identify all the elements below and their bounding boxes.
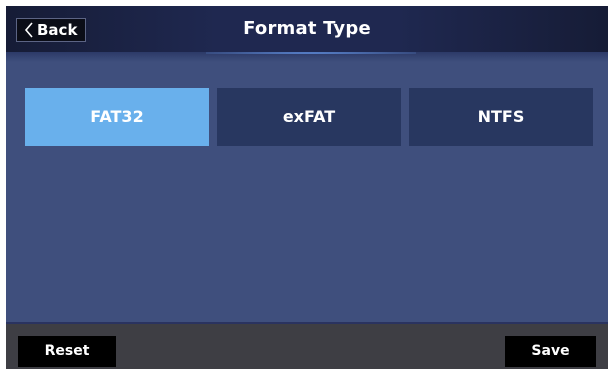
header-accent-line	[206, 52, 416, 54]
option-fat32-button[interactable]: FAT32	[25, 88, 209, 146]
reset-button[interactable]: Reset	[18, 336, 116, 367]
format-options: FAT32 exFAT NTFS	[25, 88, 595, 146]
save-button[interactable]: Save	[505, 336, 596, 367]
option-ntfs-button[interactable]: NTFS	[409, 88, 593, 146]
header-bar: Format Type Back	[6, 6, 608, 52]
footer-bar: Reset Save	[6, 324, 608, 369]
chevron-left-icon	[24, 22, 33, 38]
page-title: Format Type	[243, 18, 371, 39]
format-type-screen: Format Type Back FAT32 exFAT NTFS Reset …	[6, 6, 608, 369]
back-label: Back	[37, 21, 78, 39]
option-exfat-button[interactable]: exFAT	[217, 88, 401, 146]
back-button[interactable]: Back	[16, 18, 86, 42]
